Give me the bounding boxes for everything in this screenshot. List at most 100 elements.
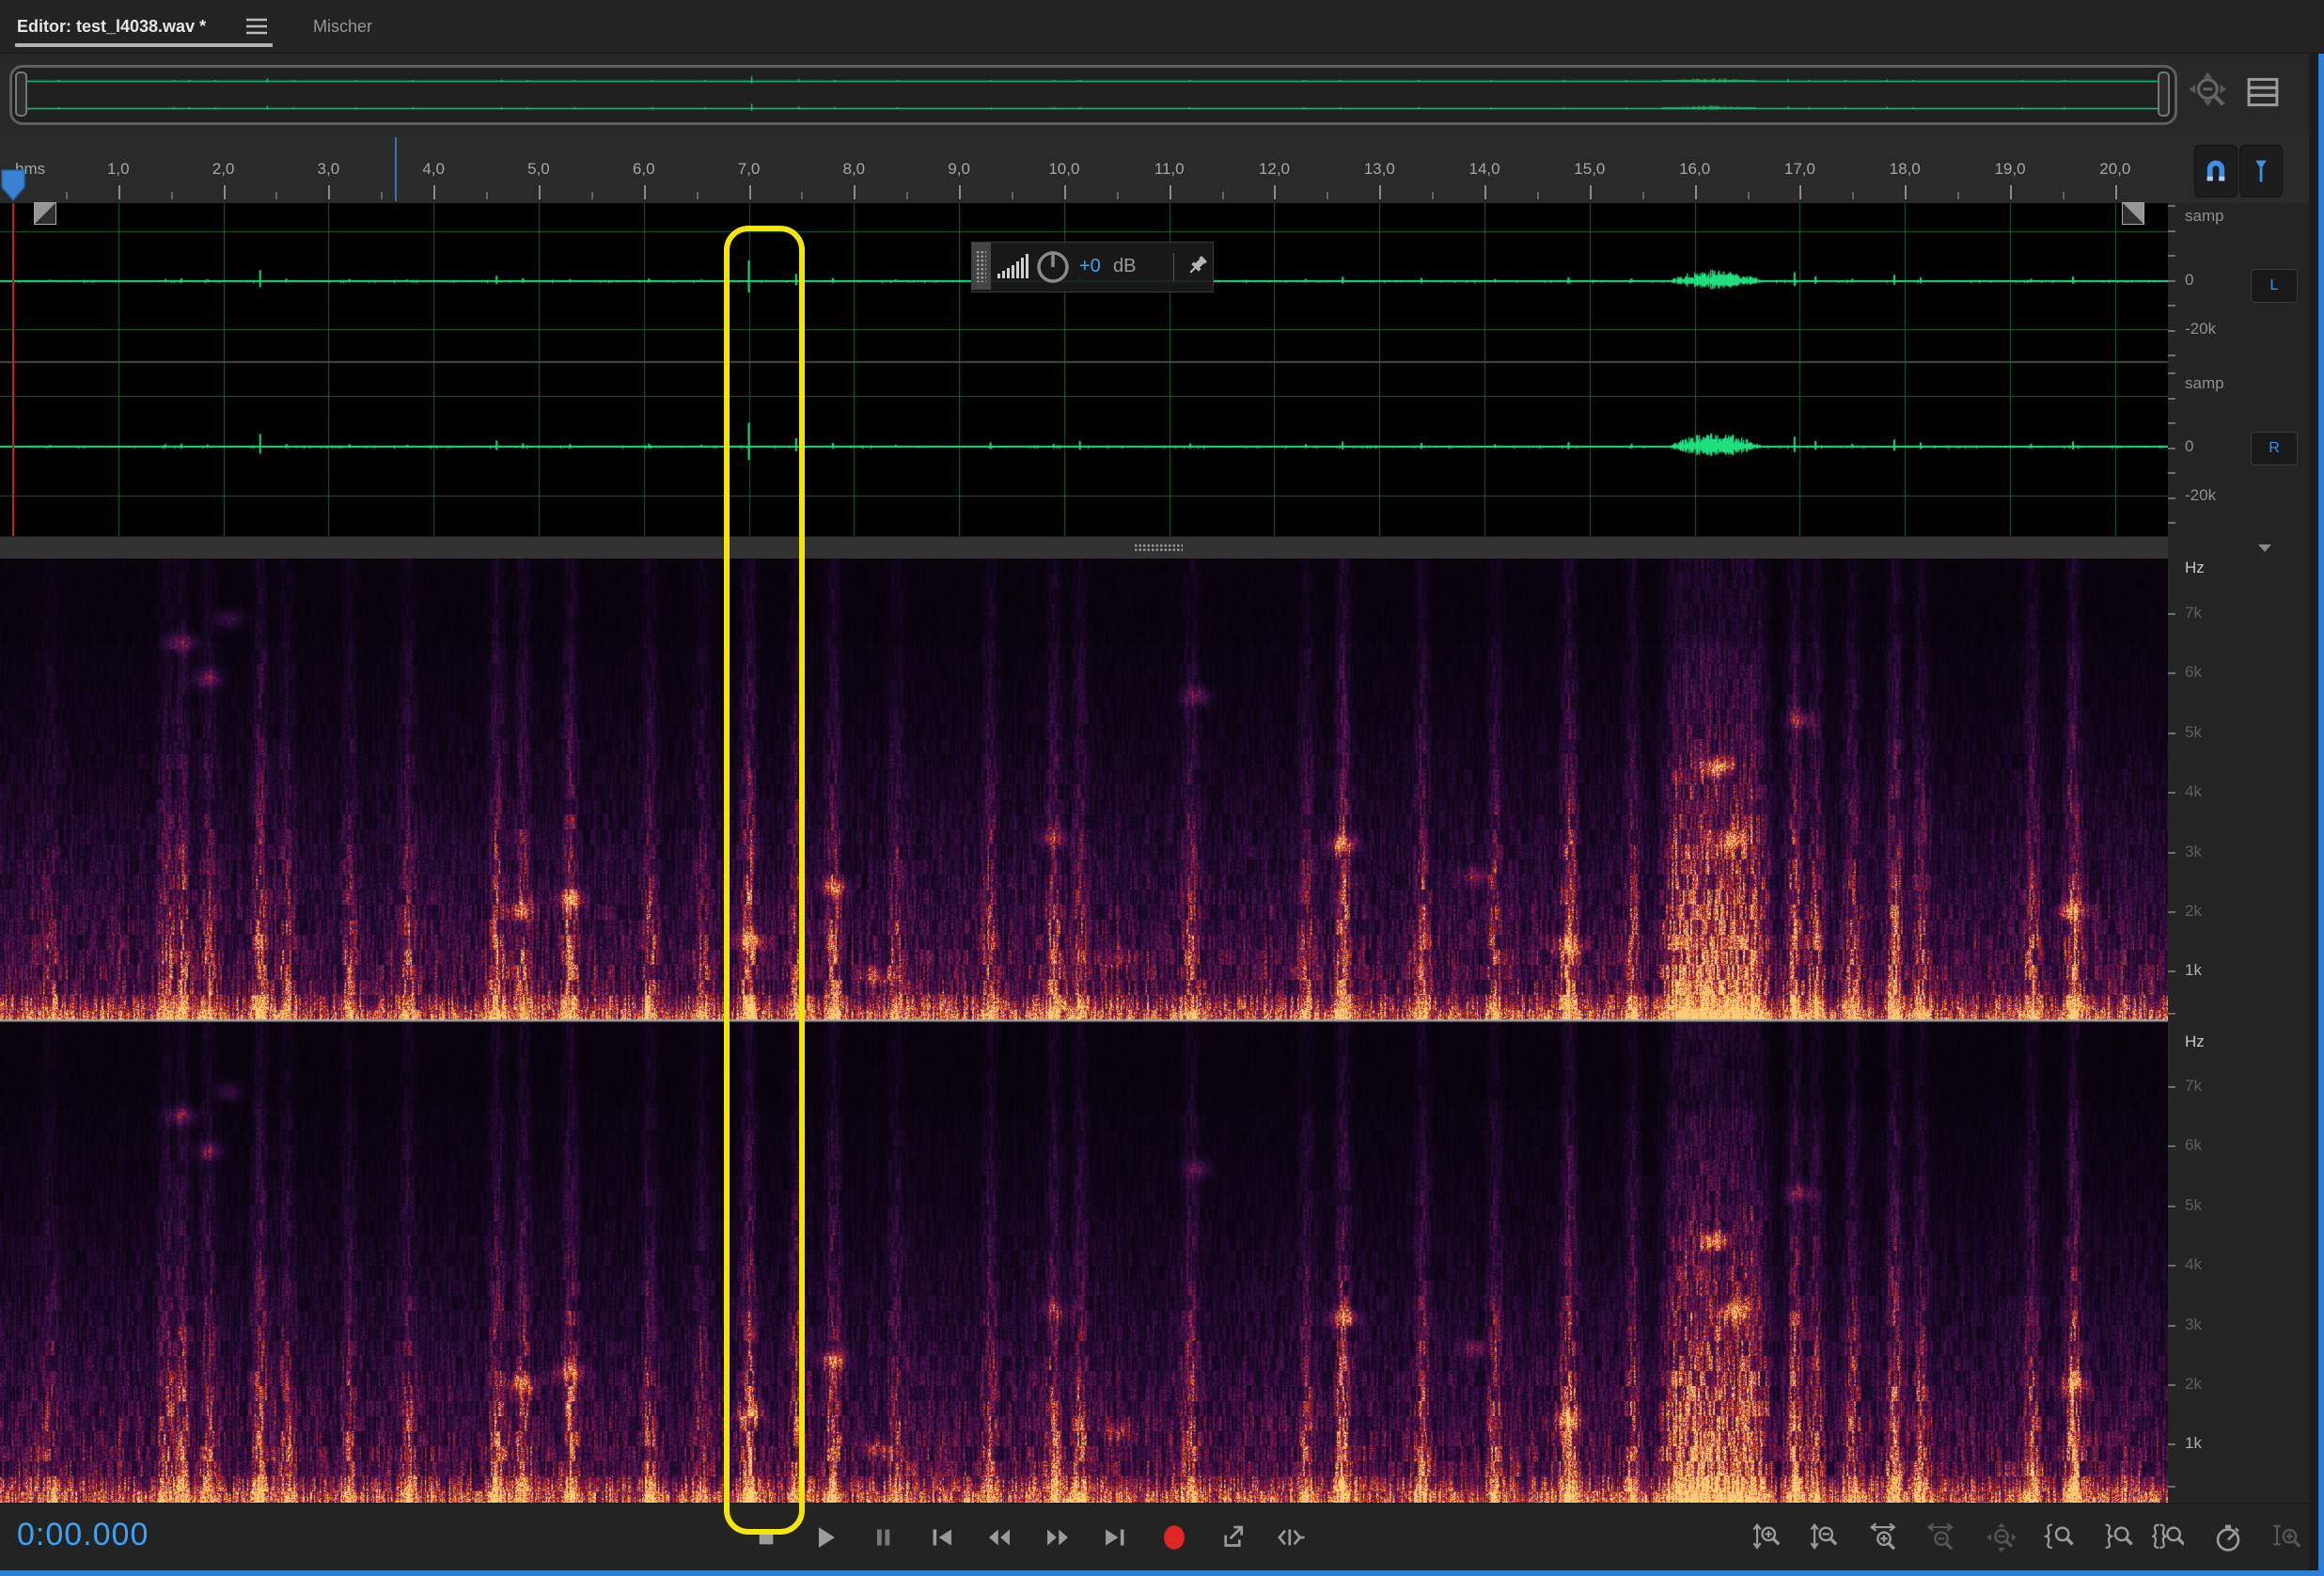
hud-drag-handle[interactable] [972,243,991,290]
marker-button[interactable] [2239,145,2283,197]
audio-editor-window: Editor: test_l4038.wav * Mischer [0,0,2324,1576]
tab-menu-icon[interactable] [244,16,269,37]
playhead-marker[interactable] [1,169,25,202]
amplitude-tick [2168,205,2175,207]
zoom-to-out-point-button[interactable] [2097,1517,2139,1558]
ruler-tick-label: 5,0 [527,160,550,179]
amplitude-tick [2168,497,2175,499]
ruler-tick-major [959,185,961,199]
panel-list-icon[interactable] [2245,75,2281,109]
ruler-tick-major [328,185,330,199]
time-display[interactable]: 0:00.000 [17,1517,149,1553]
ruler-tick-minor [275,192,277,199]
freq-tick [2168,1206,2175,1207]
fast-forward-button[interactable] [1037,1517,1078,1558]
freq-tick [2168,1384,2175,1386]
overview-waveform-canvas[interactable] [15,71,2166,119]
ruler-tick-major [433,185,435,199]
rewind-button[interactable] [979,1517,1020,1558]
freq-tick [2168,1013,2175,1015]
freq-label: 7k [2185,1077,2202,1095]
amplitude-tick [2168,305,2175,307]
go-to-end-button[interactable] [1095,1517,1137,1558]
overview-left-handle[interactable] [15,71,27,117]
pin-hud-icon[interactable] [1183,252,1211,280]
panel-focus-border-right [2318,54,2324,1576]
ruler-tick-label: 14,0 [1469,160,1500,179]
ruler-tick-label: 1,0 [107,160,130,179]
ruler-tick-major [2115,185,2117,199]
hud-separator [1173,253,1174,281]
zoom-in-vertical-button[interactable] [1747,1517,1788,1558]
ruler-tick-major [118,185,120,199]
ruler-tick-label: 4,0 [422,160,445,179]
shuttle-playhead-button[interactable] [1270,1517,1311,1558]
ruler-tick-major [644,185,646,199]
play-button[interactable] [804,1517,845,1558]
ruler-tick-major [1905,185,1907,199]
spectrogram-scale-labels: Hz7k6k5k4k3k2k1kHz7k6k5k4k3k2k1k [2168,559,2309,1503]
freq-label: 4k [2185,1255,2202,1274]
freq-label: 2k [2185,1375,2202,1394]
freq-label: 5k [2185,1196,2202,1215]
channel-button-r[interactable]: R [2251,432,2298,465]
ruler-tick-label: 9,0 [948,160,970,179]
ruler-tick-major [749,185,751,199]
freq-label: 7k [2185,604,2202,623]
gain-knob[interactable] [1034,248,1072,286]
freq-tick [2168,672,2175,674]
collapse-chevron-icon[interactable] [2258,544,2271,552]
channel-button-l[interactable]: L [2251,269,2298,303]
splitter-grip[interactable] [1134,544,1183,552]
ruler-tick-label: 15,0 [1574,160,1605,179]
view-splitter[interactable] [0,536,2168,560]
spectrogram-canvas[interactable] [0,559,2168,1503]
freq-tick [2168,1486,2175,1488]
ruler-tick-label: 10,0 [1048,160,1079,179]
playhead-line [12,203,14,536]
ruler-tick-minor [1852,192,1854,199]
overview-right-handle[interactable] [2158,71,2170,117]
ruler-tick-label: 12,0 [1259,160,1290,179]
ruler-tick-major [539,185,541,199]
sample-unit-label: samp [2185,374,2224,393]
freq-tick [2168,1443,2175,1445]
ruler-tick-major [1799,185,1801,199]
ruler-marker [395,137,397,201]
record-button[interactable] [1154,1517,1195,1558]
magnet-snap-button[interactable] [2194,145,2238,197]
amplitude-tick [2168,330,2175,332]
ruler-tick-label: 7,0 [738,160,761,179]
ruler-ticks: 1,02,03,04,05,06,07,08,09,010,011,012,01… [0,135,2168,201]
ruler-tick-label: 18,0 [1890,160,1921,179]
ruler-tick-minor [1642,192,1644,199]
freq-label: 6k [2185,663,2202,682]
zoom-in-horizontal-button[interactable] [1863,1517,1905,1558]
loop-button[interactable] [1212,1517,1253,1558]
zoom-to-in-point-button[interactable] [2038,1517,2080,1558]
ruler-tick-label: 20,0 [2099,160,2130,179]
ruler-tick-major [854,185,856,199]
amplitude-tick [2168,448,2175,449]
navigate-zoom-icon[interactable] [2188,71,2231,114]
fade-out-handle[interactable] [2122,202,2144,225]
ruler-tick-major [1484,185,1486,199]
fade-in-handle[interactable] [34,202,56,225]
go-to-start-button[interactable] [920,1517,962,1558]
overview-minimap[interactable] [9,65,2177,125]
pause-button[interactable] [862,1517,903,1558]
record-timer-button[interactable] [2207,1517,2249,1558]
zoom-out-vertical-button[interactable] [1804,1517,1845,1558]
gain-value[interactable]: +0 [1079,243,1101,290]
zoom-to-selection-button[interactable] [2147,1517,2189,1558]
freq-tick [2168,1265,2175,1267]
stop-button[interactable] [746,1517,787,1558]
amplitude-tick [2168,422,2175,424]
spectrogram-scale-column: Hz7k6k5k4k3k2k1kHz7k6k5k4k3k2k1k [2168,559,2309,1503]
time-ruler[interactable]: hms 1,02,03,04,05,06,07,08,09,010,011,01… [0,135,2318,205]
volume-hud[interactable]: +0 dB [971,242,1214,292]
ruler-tick-major [224,185,226,199]
amplitude-tick [2168,522,2175,524]
waveform-scale-column: samp0-20kLsamp0-20kR [2168,203,2309,536]
tab-mixer[interactable]: Mischer [313,0,372,53]
